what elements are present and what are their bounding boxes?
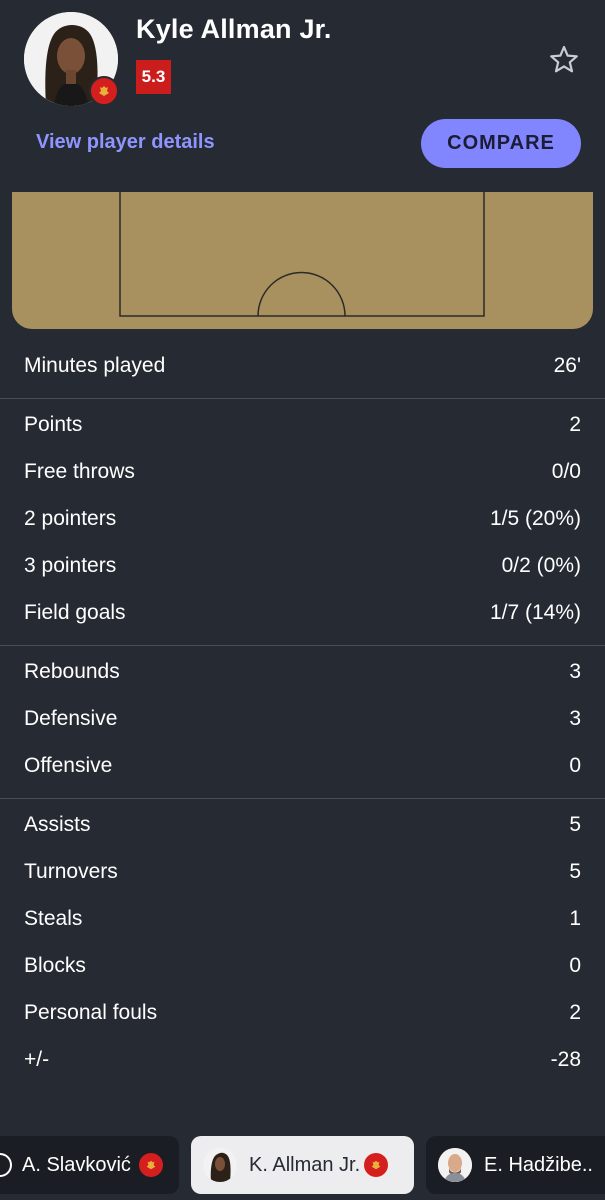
stat-value: 0/0 bbox=[551, 460, 581, 483]
stat-row-free-throws: Free throws 0/0 bbox=[24, 452, 581, 492]
section-divider bbox=[0, 798, 605, 799]
stat-value: 3 bbox=[569, 707, 581, 730]
stat-value: 2 bbox=[569, 1001, 581, 1024]
stat-value: 0 bbox=[569, 954, 581, 977]
player-selector-name: E. Hadžibe.. bbox=[484, 1153, 593, 1176]
stat-label: Defensive bbox=[24, 707, 118, 730]
stat-row-rebounds: Rebounds 3 bbox=[24, 652, 581, 692]
stat-row-personal-fouls: Personal fouls 2 bbox=[24, 993, 581, 1033]
basketball-court-diagram bbox=[12, 192, 593, 329]
player-rating-badge: 5.3 bbox=[136, 60, 171, 94]
stat-value: 1/7 (14%) bbox=[489, 601, 581, 624]
stat-value: 1 bbox=[569, 907, 581, 930]
stat-value: 0/2 (0%) bbox=[501, 554, 581, 577]
stat-row-field-goals: Field goals 1/7 (14%) bbox=[24, 593, 581, 633]
stat-row-3-pointers: 3 pointers 0/2 (0%) bbox=[24, 546, 581, 586]
montenegro-flag-icon bbox=[89, 76, 119, 106]
stat-row-defensive: Defensive 3 bbox=[24, 699, 581, 739]
player-avatar bbox=[438, 1148, 472, 1182]
player-selector-item[interactable]: A. Slavković bbox=[0, 1136, 179, 1194]
stat-row-blocks: Blocks 0 bbox=[24, 946, 581, 986]
stat-label: Blocks bbox=[24, 954, 86, 977]
stat-row-offensive: Offensive 0 bbox=[24, 746, 581, 786]
stat-value: -28 bbox=[550, 1048, 581, 1071]
view-player-details-link[interactable]: View player details bbox=[36, 131, 215, 154]
stat-label: Offensive bbox=[24, 754, 113, 777]
stat-row-points: Points 2 bbox=[24, 405, 581, 445]
stat-label: Turnovers bbox=[24, 860, 118, 883]
section-divider bbox=[0, 645, 605, 646]
stat-value: 3 bbox=[569, 660, 581, 683]
stat-label: Points bbox=[24, 413, 83, 436]
stat-label: Field goals bbox=[24, 601, 126, 624]
stat-row-assists: Assists 5 bbox=[24, 805, 581, 845]
stat-value: 0 bbox=[569, 754, 581, 777]
stat-label: Personal fouls bbox=[24, 1001, 158, 1024]
stat-row-plus-minus: +/- -28 bbox=[24, 1040, 581, 1080]
player-selector-item[interactable]: E. Hadžibe.. bbox=[426, 1136, 605, 1194]
stat-label: Minutes played bbox=[24, 354, 166, 377]
stat-value: 5 bbox=[569, 860, 581, 883]
stat-value: 26' bbox=[553, 354, 581, 377]
stat-label: Rebounds bbox=[24, 660, 120, 683]
player-avatar bbox=[203, 1148, 237, 1182]
compare-button[interactable]: COMPARE bbox=[421, 119, 581, 168]
montenegro-flag-icon bbox=[364, 1153, 389, 1177]
stat-label: +/- bbox=[24, 1048, 50, 1071]
player-name: Kyle Allman Jr. bbox=[136, 14, 332, 44]
stat-row-2-pointers: 2 pointers 1/5 (20%) bbox=[24, 499, 581, 539]
avatar-edge bbox=[0, 1153, 12, 1177]
stat-label: 2 pointers bbox=[24, 507, 117, 530]
stat-value: 5 bbox=[569, 813, 581, 836]
stat-label: Assists bbox=[24, 813, 91, 836]
stat-value: 1/5 (20%) bbox=[489, 507, 581, 530]
player-selector-name: A. Slavković bbox=[22, 1153, 131, 1176]
stat-label: Steals bbox=[24, 907, 83, 930]
section-divider bbox=[0, 398, 605, 399]
star-outline-icon[interactable] bbox=[548, 44, 580, 76]
stat-label: Free throws bbox=[24, 460, 135, 483]
player-selector-item-active[interactable]: K. Allman Jr. bbox=[191, 1136, 414, 1194]
stat-value: 2 bbox=[569, 413, 581, 436]
stat-row-turnovers: Turnovers 5 bbox=[24, 852, 581, 892]
montenegro-flag-icon bbox=[138, 1153, 163, 1177]
stat-row-minutes-played: Minutes played 26' bbox=[24, 346, 581, 386]
stat-label: 3 pointers bbox=[24, 554, 117, 577]
stat-row-steals: Steals 1 bbox=[24, 899, 581, 939]
player-selector-name: K. Allman Jr. bbox=[249, 1153, 361, 1176]
